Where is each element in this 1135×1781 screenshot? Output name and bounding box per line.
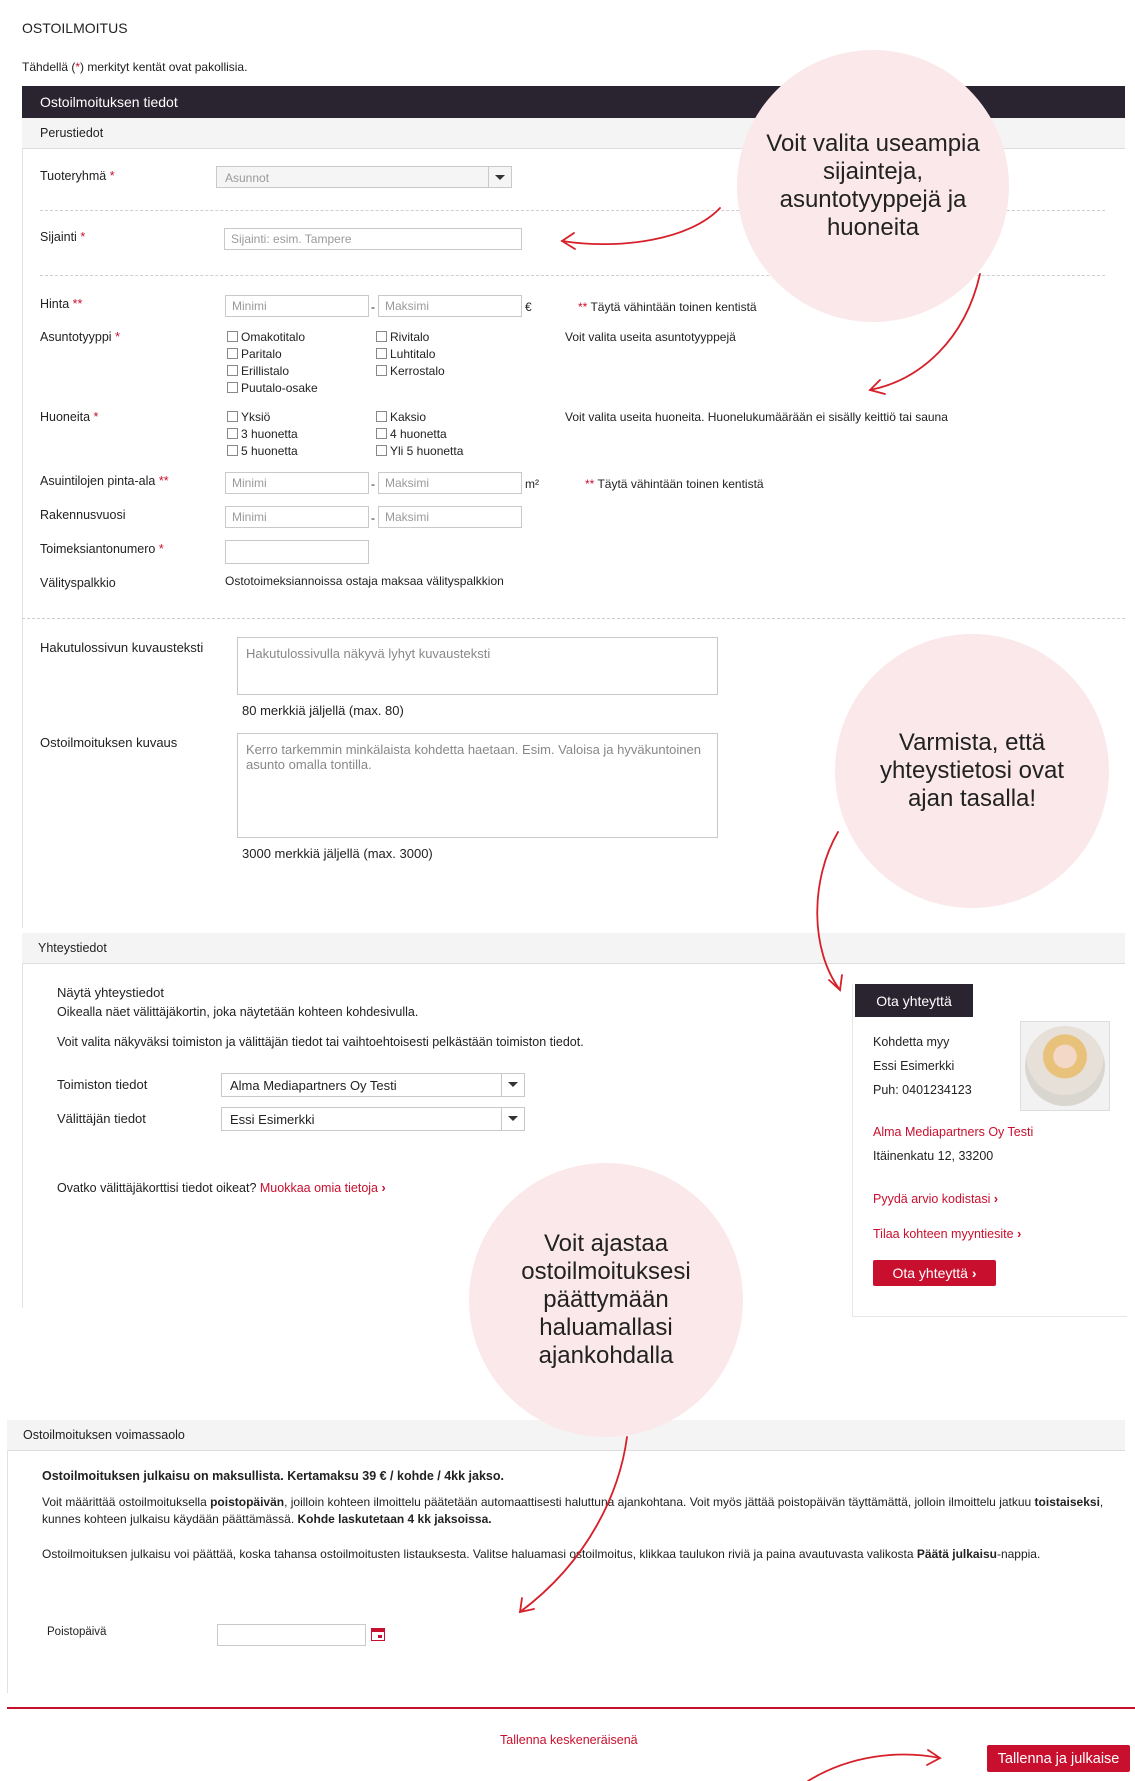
arrow-to-removal-date: [519, 1436, 628, 1613]
arrow-to-card: [816, 831, 841, 991]
arrow-to-housing: [869, 273, 981, 391]
annotation-arrows: [518, 207, 981, 1781]
arrow-to-publish: [807, 1753, 941, 1781]
arrow-to-location: [561, 207, 721, 246]
